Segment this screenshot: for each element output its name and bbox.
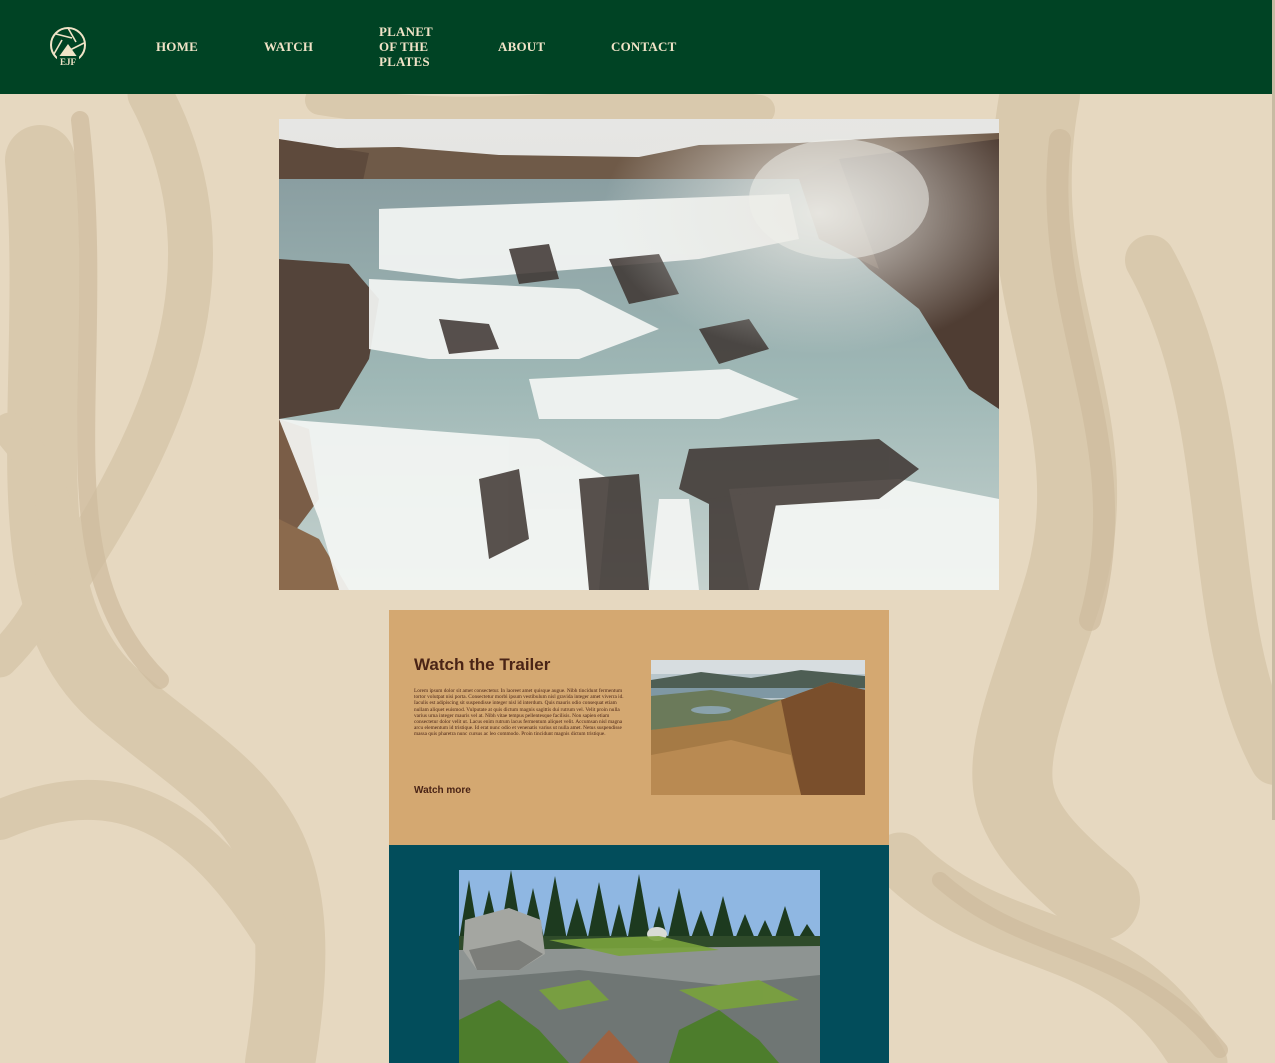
hero-waterfall-image [279,119,999,590]
watch-more-link[interactable]: Watch more [414,785,471,796]
forest-boulder-image [459,870,820,1063]
feature-section [389,845,889,1063]
top-navbar: EJF HOME WATCH PLANET OF THE PLATES ABOU… [0,0,1275,94]
watch-trailer-section: Watch the Trailer Lorem ipsum dolor sit … [389,610,889,845]
nav-watch[interactable]: WATCH [264,39,313,54]
aperture-mountain-logo-icon[interactable]: EJF [48,24,88,70]
trailer-title: Watch the Trailer [414,655,551,674]
nav-planet-of-the-plates[interactable]: PLANET OF THE PLATES [379,24,439,69]
tundra-hills-image [651,660,865,795]
nav-home[interactable]: HOME [156,39,198,54]
nav-about[interactable]: ABOUT [498,39,545,54]
logo-text: EJF [60,57,77,67]
trailer-description: Lorem ipsum dolor sit amet consectetur. … [414,688,624,738]
nav-contact[interactable]: CONTACT [611,39,676,54]
